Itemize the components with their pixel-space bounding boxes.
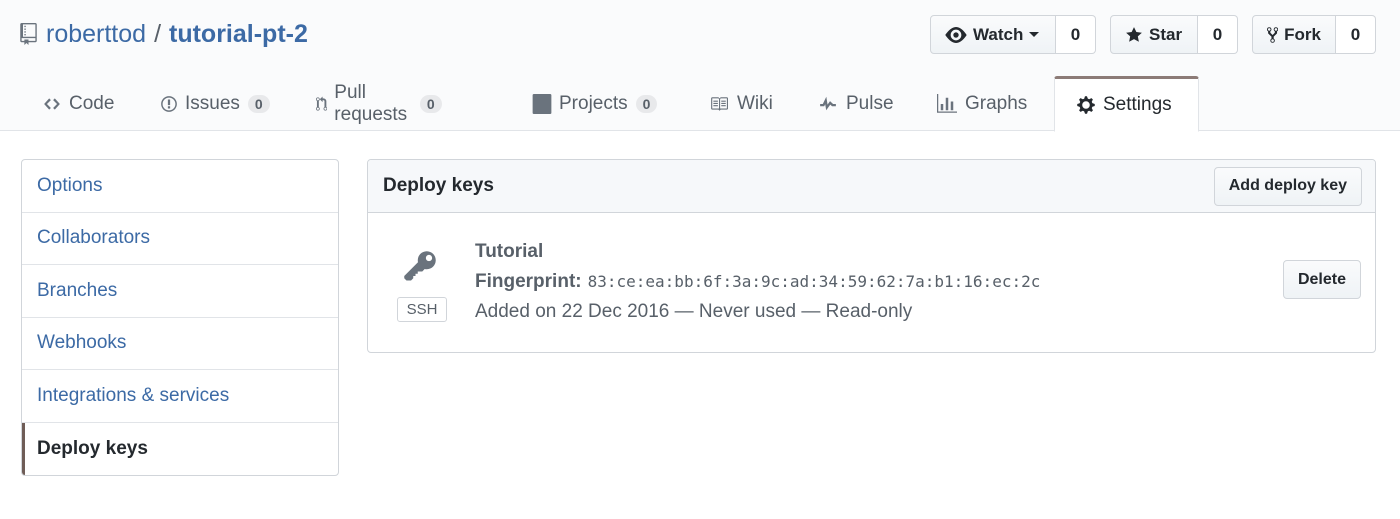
- star-count[interactable]: 0: [1198, 15, 1238, 54]
- tab-wiki[interactable]: Wiki: [708, 76, 773, 132]
- repo-name-link[interactable]: tutorial-pt-2: [169, 20, 308, 49]
- gear-icon: [1077, 96, 1095, 114]
- repo-owner-link[interactable]: roberttod: [46, 20, 146, 49]
- sidebar-item-deploy-keys[interactable]: Deploy keys: [22, 422, 338, 476]
- deploy-key-row: SSH Tutorial Fingerprint: 83:ce:ea:bb:6f:…: [368, 213, 1375, 352]
- repo-header: roberttod / tutorial-pt-2 Watch 0 Star 0…: [0, 0, 1400, 132]
- tab-projects[interactable]: Projects 0: [532, 76, 658, 132]
- tab-issues-label: Issues: [185, 93, 240, 114]
- code-icon: [44, 98, 60, 110]
- repo-path-separator: /: [154, 19, 162, 48]
- tab-graphs[interactable]: Graphs: [936, 76, 1027, 132]
- repo-icon: [20, 23, 37, 45]
- key-icon: [404, 251, 436, 281]
- issue-opened-icon: [161, 96, 177, 112]
- sidebar-item-integrations[interactable]: Integrations & services: [22, 370, 338, 423]
- tab-wiki-label: Wiki: [737, 93, 773, 114]
- fork-action: Fork 0: [1252, 15, 1376, 54]
- fingerprint-value: 83:ce:ea:bb:6f:3a:9c:ad:34:59:62:7a:b1:1…: [587, 272, 1041, 291]
- issues-counter: 0: [247, 95, 270, 113]
- sidebar-item-options[interactable]: Options: [22, 160, 338, 213]
- pulse-icon: [820, 96, 836, 111]
- fingerprint-label: Fingerprint:: [475, 271, 582, 292]
- star-button[interactable]: Star: [1110, 15, 1198, 54]
- tab-code[interactable]: Code: [42, 76, 114, 132]
- projects-counter: 0: [635, 95, 658, 113]
- delete-key-button[interactable]: Delete: [1282, 260, 1361, 299]
- fork-count[interactable]: 0: [1336, 15, 1376, 54]
- fork-label: Fork: [1284, 24, 1321, 44]
- git-pull-request-icon: [316, 96, 328, 111]
- repo-forked-icon: [1267, 26, 1279, 43]
- chevron-down-icon: [1029, 32, 1040, 37]
- sidebar-item-branches[interactable]: Branches: [22, 265, 338, 318]
- star-action: Star 0: [1110, 15, 1238, 54]
- tab-pull-requests-label: Pull requests: [334, 82, 408, 125]
- watch-count[interactable]: 0: [1056, 15, 1096, 54]
- deploy-key-title: Tutorial: [475, 241, 544, 262]
- tab-graphs-label: Graphs: [965, 93, 1028, 114]
- watch-label: Watch: [973, 24, 1024, 44]
- deploy-keys-title: Deploy keys: [383, 175, 494, 196]
- tab-projects-label: Projects: [559, 93, 628, 114]
- tab-pull-requests[interactable]: Pull requests 0: [316, 76, 442, 132]
- watch-button[interactable]: Watch: [930, 15, 1056, 54]
- star-icon: [1126, 26, 1142, 42]
- add-deploy-key-button[interactable]: Add deploy key: [1213, 166, 1362, 206]
- graph-icon: [937, 94, 957, 113]
- book-icon: [711, 97, 728, 111]
- tab-settings-label: Settings: [1103, 94, 1172, 115]
- fork-button[interactable]: Fork: [1252, 15, 1336, 54]
- pull-requests-counter: 0: [419, 95, 442, 113]
- repo-title: roberttod / tutorial-pt-2: [20, 16, 308, 52]
- eye-icon: [945, 26, 967, 43]
- project-icon: [532, 94, 552, 114]
- tab-pulse-label: Pulse: [846, 93, 894, 114]
- tab-pulse[interactable]: Pulse: [817, 76, 894, 132]
- sidebar-item-collaborators[interactable]: Collaborators: [22, 213, 338, 265]
- watch-action: Watch 0: [930, 15, 1096, 54]
- deploy-key-fingerprint: Fingerprint: 83:ce:ea:bb:6f:3a:9c:ad:34:5…: [475, 271, 1040, 293]
- deploy-keys-panel: Deploy keys Add deploy key SSH Tutorial …: [367, 159, 1376, 353]
- deploy-key-meta: Added on 22 Dec 2016 — Never used — Read…: [475, 301, 913, 322]
- star-label: Star: [1149, 24, 1183, 44]
- sidebar-item-webhooks[interactable]: Webhooks: [22, 318, 338, 370]
- tab-code-label: Code: [69, 93, 115, 114]
- tab-settings[interactable]: Settings: [1054, 76, 1199, 132]
- tab-issues[interactable]: Issues 0: [160, 76, 270, 132]
- key-type-label: SSH: [397, 297, 447, 322]
- deploy-keys-header: Deploy keys Add deploy key: [368, 160, 1375, 213]
- settings-sidebar: Options Collaborators Branches Webhooks …: [21, 159, 339, 476]
